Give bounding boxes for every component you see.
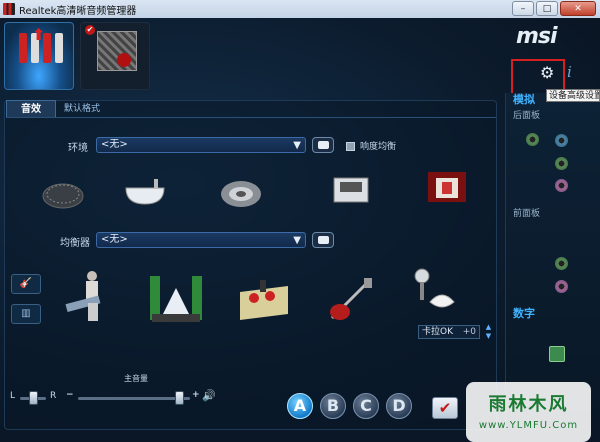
environment-label: 环境 (68, 143, 88, 154)
master-volume-label: 主音量 (124, 374, 148, 383)
room-environment-icon[interactable] (328, 172, 374, 208)
connector-panel (505, 93, 600, 430)
front-panel-label: 前面板 (513, 209, 541, 219)
back-port-blue[interactable] (555, 134, 568, 147)
realtek-app-icon (3, 3, 15, 15)
device-tabs: ⬆ ✔ (4, 22, 150, 90)
back-port-pink[interactable] (555, 179, 568, 192)
equalizer-label: 均衡器 (60, 238, 90, 249)
watermark: 雨林木风 www.YLMFU.Com (466, 382, 591, 442)
karaoke-microphone-icon[interactable] (412, 266, 456, 318)
volume-plus-icon: + (192, 390, 200, 400)
balance-left-label: L (10, 391, 16, 401)
confirm-check-button[interactable]: ✔ (432, 397, 458, 419)
watermark-url: www.YLMFU.Com (478, 420, 579, 431)
karaoke-label: 卡拉OK (422, 327, 453, 337)
chip-device-tab[interactable]: ✔ (80, 22, 150, 90)
speakers-device-tab[interactable]: ⬆ (4, 22, 74, 90)
equalizer-dropdown[interactable]: <无> ▼ (96, 232, 306, 248)
guitar-side-button[interactable]: 🎸 (11, 274, 41, 294)
close-button[interactable]: ✕ (560, 1, 596, 16)
tab-default-format[interactable]: 默认格式 (56, 100, 114, 117)
environment-value: <无> (101, 139, 128, 150)
minimize-button[interactable]: – (512, 1, 534, 16)
live-equalizer-icon[interactable] (146, 266, 206, 326)
karaoke-value: +0 (462, 327, 476, 337)
karaoke-stepper[interactable]: ▲ ▼ (484, 323, 493, 341)
watermark-title: 雨林木风 (488, 394, 569, 415)
club-equalizer-icon[interactable] (236, 274, 292, 322)
check-badge-icon: ✔ (85, 25, 95, 35)
back-panel-label: 后面板 (513, 111, 541, 121)
bathroom-environment-icon[interactable] (122, 174, 168, 210)
red-jack-icon (19, 33, 27, 63)
volume-slider-thumb[interactable] (174, 391, 184, 405)
preset-c-button[interactable]: C (353, 393, 379, 419)
chevron-down-icon: ▼ (293, 235, 301, 246)
up-arrow-icon: ⬆ (32, 25, 46, 44)
maximize-button[interactable]: □ (536, 1, 558, 16)
digital-title: 数字 (513, 307, 535, 320)
balance-slider-thumb[interactable] (29, 391, 38, 405)
karaoke-field[interactable]: 卡拉OK +0 (418, 325, 480, 339)
sewer-environment-icon[interactable] (40, 176, 86, 212)
equalizer-toggle[interactable] (312, 232, 334, 248)
main-area: ⬆ ✔ msi ⚙ i 音效 默认格式 环境 <无> ▼ 响度均衡 均衡器 <无… (0, 18, 600, 442)
gear-icon[interactable]: ⚙ (540, 63, 554, 82)
volume-area: L R 主音量 − + 🔊 (4, 373, 244, 413)
volume-minus-icon: − (66, 390, 74, 400)
volume-slider[interactable] (78, 397, 190, 400)
speaker-icon[interactable]: 🔊 (202, 389, 216, 402)
pop-equalizer-icon[interactable] (62, 268, 112, 324)
white-jack-icon (55, 33, 63, 63)
chevron-down-icon: ▼ (293, 140, 301, 151)
analog-title: 模拟 (513, 93, 535, 106)
back-port-green[interactable] (555, 157, 568, 170)
back-port-gray[interactable] (526, 133, 539, 146)
environment-toggle[interactable] (312, 137, 334, 153)
title-bar: Realtek高清晰音频管理器 – □ ✕ (0, 0, 600, 18)
chip-icon (97, 31, 137, 71)
info-icon[interactable]: i (567, 63, 572, 81)
rock-equalizer-icon[interactable] (326, 274, 378, 324)
arena-environment-icon[interactable] (218, 174, 264, 210)
tooltip: 设备高级设置 (546, 89, 600, 102)
loudness-label: 响度均衡 (360, 142, 397, 152)
equalizer-value: <无> (101, 234, 128, 245)
balance-right-label: R (50, 391, 57, 401)
front-port-pink[interactable] (555, 280, 568, 293)
theater-environment-icon[interactable] (424, 168, 470, 204)
environment-dropdown[interactable]: <无> ▼ (96, 137, 306, 153)
subtabs: 音效 默认格式 (6, 100, 496, 118)
tab-effects[interactable]: 音效 (6, 100, 56, 117)
preset-a-button[interactable]: A (287, 393, 313, 419)
msi-logo: msi (516, 24, 558, 49)
preset-d-button[interactable]: D (386, 393, 412, 419)
red-dot-icon (117, 53, 131, 67)
digital-output-icon[interactable] (549, 346, 565, 362)
equalizer-side-button[interactable]: ▥ (11, 304, 41, 324)
window-controls: – □ ✕ (512, 1, 596, 16)
window-title: Realtek高清晰音频管理器 (19, 5, 137, 17)
loudness-checkbox[interactable] (346, 142, 355, 151)
preset-b-button[interactable]: B (320, 393, 346, 419)
front-port-green[interactable] (555, 257, 568, 270)
